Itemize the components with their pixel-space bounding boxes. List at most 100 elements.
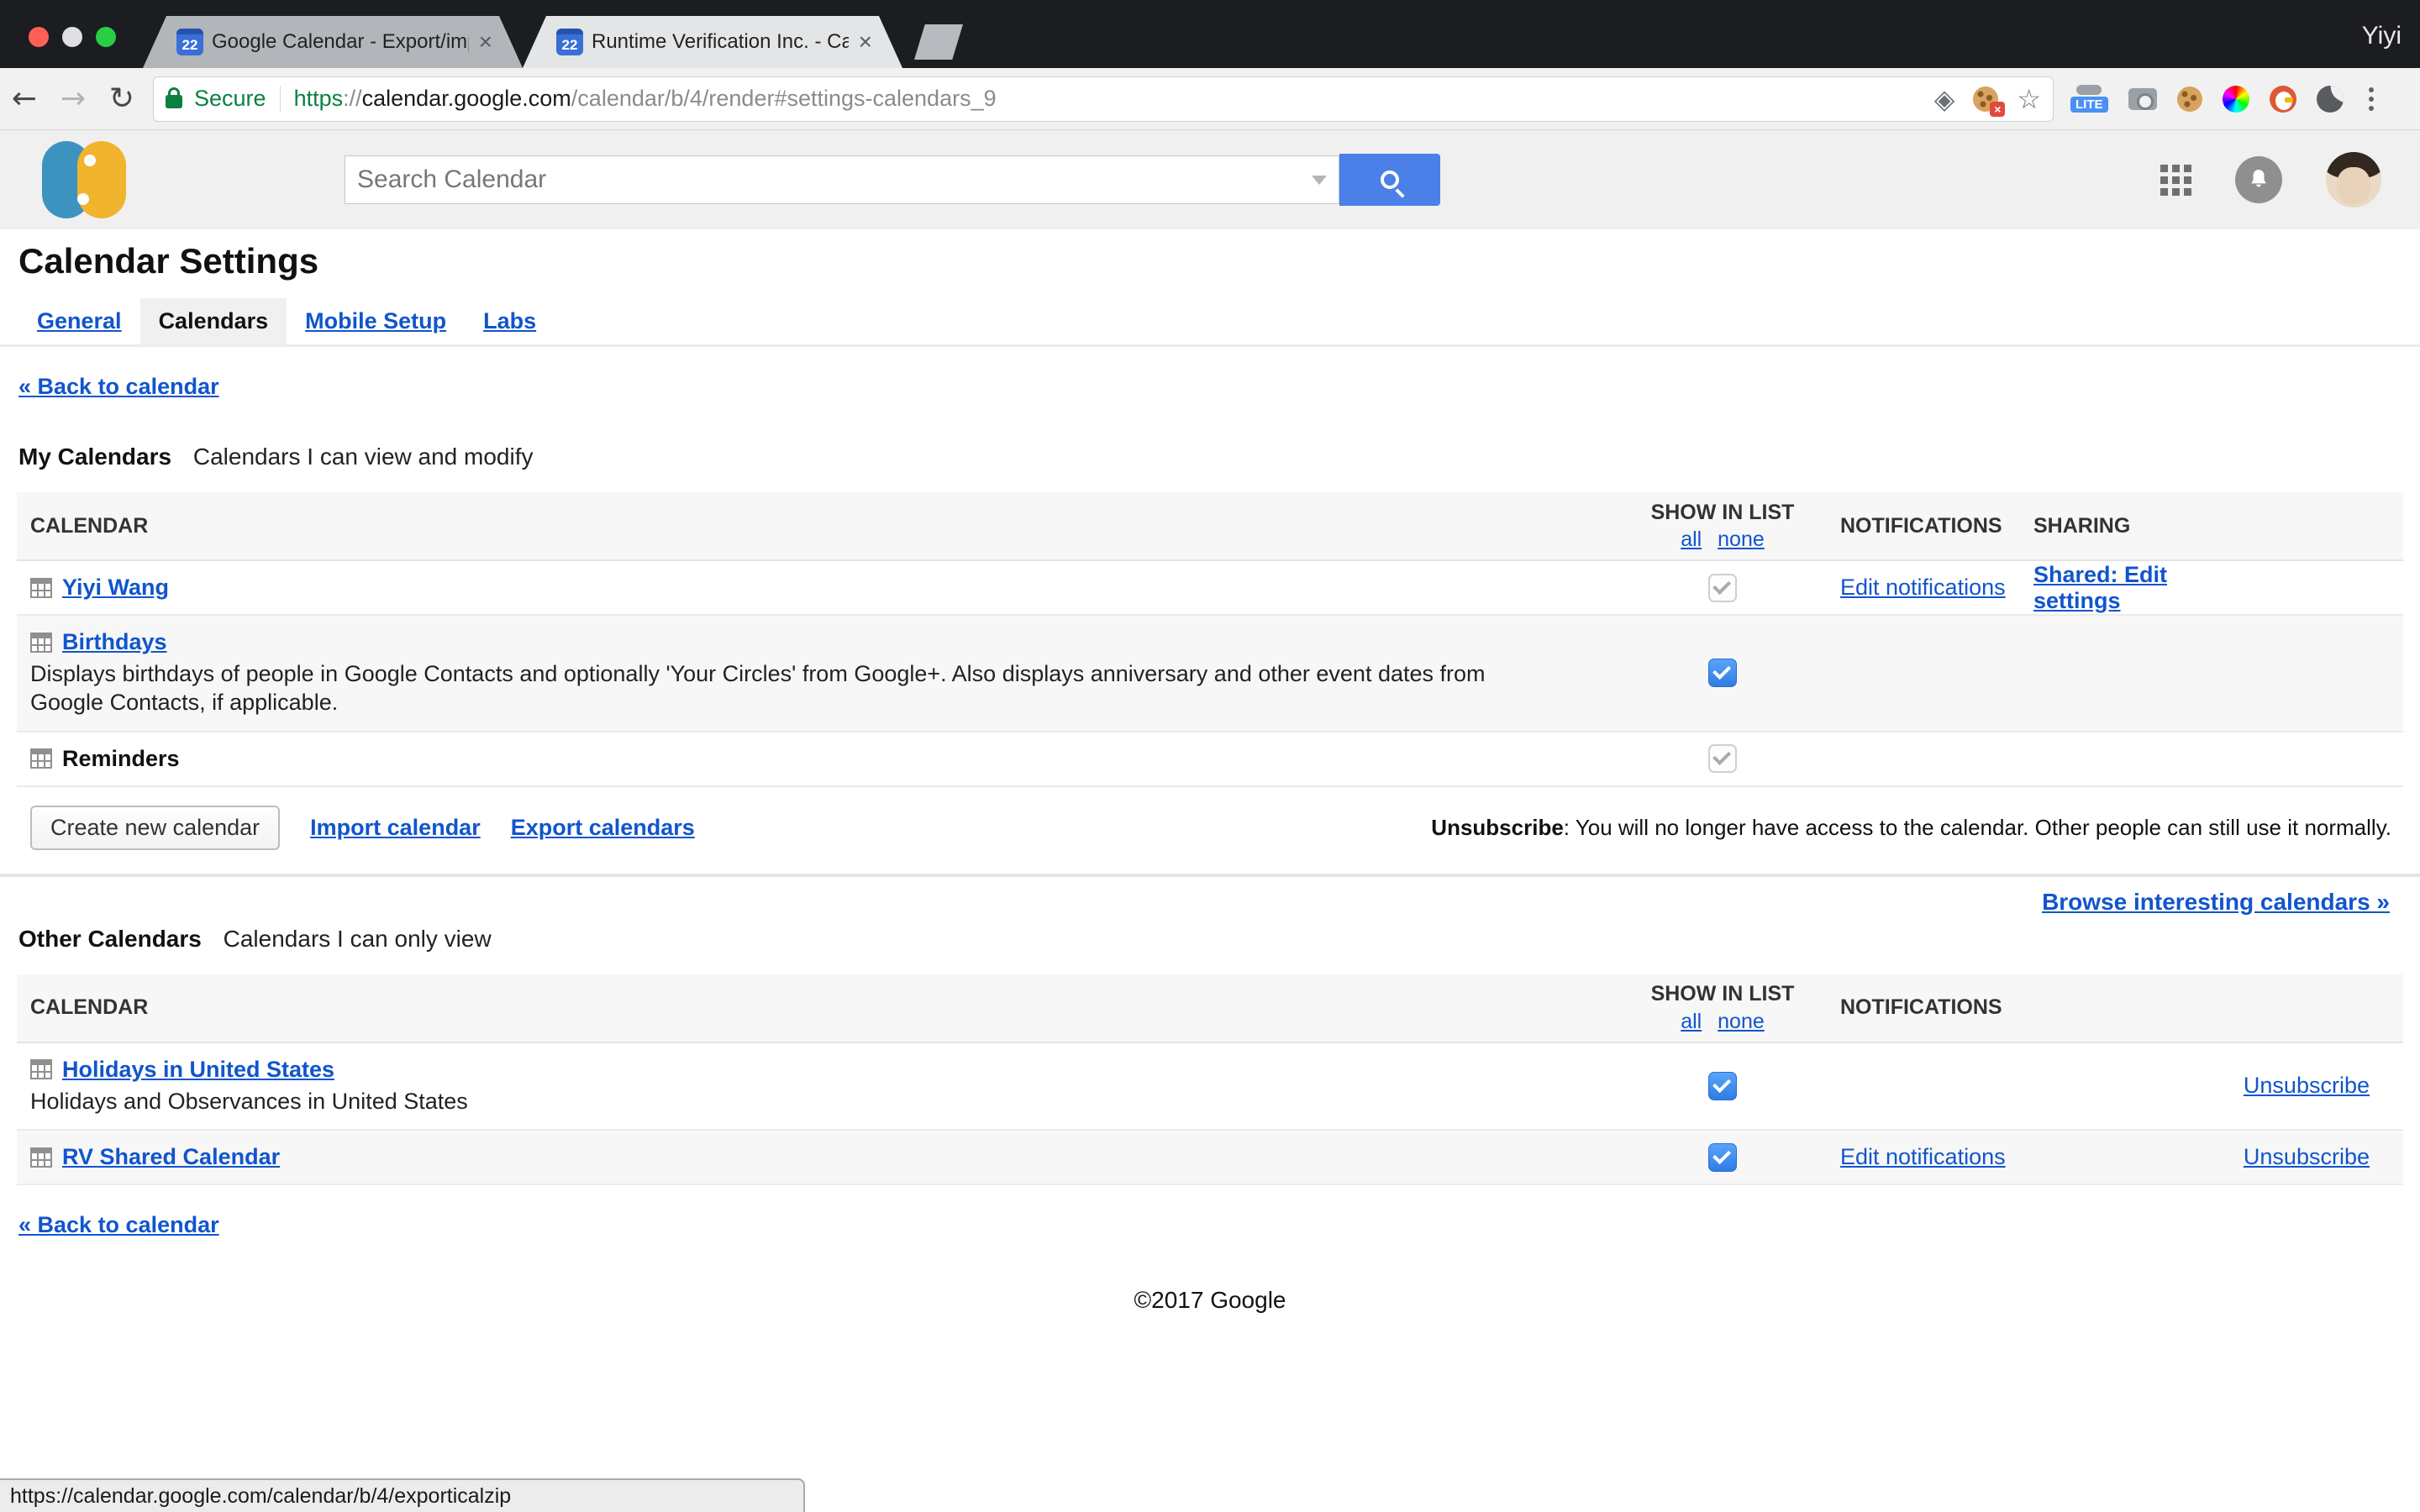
settings-page: Calendar Settings General Calendars Mobi… (0, 229, 2420, 1314)
tab-general[interactable]: General (18, 298, 140, 344)
section-divider (0, 874, 2420, 877)
export-calendars-link[interactable]: Export calendars (511, 815, 695, 841)
back-to-calendar-link[interactable]: « Back to calendar (18, 374, 2420, 400)
copyright-footer: ©2017 Google (0, 1287, 2420, 1314)
chrome-profile-name[interactable]: Yiyi (2362, 22, 2402, 50)
status-bar-url-preview: https://calendar.google.com/calendar/b/4… (0, 1478, 805, 1512)
mini-calendar-icon (30, 1059, 52, 1079)
back-icon[interactable]: ← (0, 81, 49, 116)
show-none-link[interactable]: none (1718, 528, 1765, 551)
url-scheme: https (294, 86, 344, 111)
page-title: Calendar Settings (0, 229, 2420, 281)
screenshot-extension-icon[interactable] (2128, 88, 2157, 110)
reload-icon[interactable]: ↻ (97, 81, 146, 116)
other-calendars-heading: Other Calendars Calendars I can only vie… (18, 926, 492, 953)
my-calendars-actions: Create new calendar Import calendar Expo… (30, 806, 2403, 850)
colorpicker-extension-icon[interactable] (2223, 86, 2249, 113)
browser-toolbar: ← → ↻ Secure https://calendar.google.com… (0, 68, 2420, 130)
show-in-list-checkbox[interactable] (1708, 1143, 1737, 1172)
my-calendars-heading: My Calendars Calendars I can view and mo… (18, 444, 2420, 470)
cookie-blocker-icon[interactable] (1973, 87, 1998, 112)
url-path: /calendar/b/4/render#settings-calendars_… (571, 86, 997, 111)
calendar-favicon: 22 (176, 29, 203, 55)
show-in-list-checkbox[interactable] (1708, 659, 1737, 687)
show-in-list-checkbox[interactable] (1708, 744, 1737, 773)
forward-icon[interactable]: → (49, 81, 97, 116)
calendar-link[interactable]: Birthdays (62, 629, 167, 655)
mini-calendar-icon (30, 633, 52, 653)
security-chip[interactable]: Secure (166, 86, 280, 112)
show-in-list-checkbox[interactable] (1708, 1072, 1737, 1100)
omnibox-divider (280, 86, 281, 113)
page-action-icon[interactable]: ◈ (1934, 86, 1955, 113)
col-show-in-list: SHOW IN LIST all none (1651, 499, 1795, 554)
minimize-window-button[interactable] (62, 27, 82, 47)
unsubscribe-link[interactable]: Unsubscribe (2244, 1073, 2370, 1098)
import-calendar-link[interactable]: Import calendar (310, 815, 481, 841)
calendar-link[interactable]: RV Shared Calendar (62, 1144, 280, 1170)
calendar-favicon: 22 (556, 29, 583, 55)
show-none-link[interactable]: none (1718, 1010, 1765, 1033)
show-all-link[interactable]: all (1681, 528, 1702, 551)
tab-title: Google Calendar - Export/impo (212, 30, 469, 54)
tab-labs[interactable]: Labs (465, 298, 555, 344)
other-calendars-table: CALENDAR SHOW IN LIST all none NOTIFICAT… (17, 974, 2403, 1186)
search-options-caret-icon[interactable] (1312, 176, 1327, 185)
chrome-menu-icon[interactable] (2369, 87, 2374, 111)
duckduckgo-extension-icon[interactable] (2270, 86, 2296, 113)
calendar-link[interactable]: Yiyi Wang (62, 575, 169, 601)
unsubscribe-link[interactable]: Unsubscribe (2244, 1144, 2370, 1169)
show-all-link[interactable]: all (1681, 1010, 1702, 1033)
close-tab-icon[interactable]: × (477, 30, 494, 54)
close-window-button[interactable] (29, 27, 49, 47)
col-notifications: NOTIFICATIONS (1832, 995, 2002, 1020)
google-apps-grid-icon[interactable] (2160, 165, 2191, 196)
search-box (345, 155, 1339, 204)
browser-tab-runtime-verification[interactable]: 22 Runtime Verification Inc. - Cale × (523, 16, 902, 68)
privacy-extension-icon[interactable] (2317, 86, 2344, 113)
secure-label: Secure (194, 86, 266, 112)
mini-calendar-icon (30, 1147, 52, 1168)
table-row-rv-shared: RV Shared Calendar Edit notifications Un… (17, 1131, 2403, 1185)
edit-notifications-link[interactable]: Edit notifications (1840, 1144, 2006, 1169)
cookie-extension-icon[interactable] (2177, 87, 2202, 112)
table-row-reminders: Reminders (17, 732, 2403, 787)
calendar-link[interactable]: Holidays in United States (62, 1057, 334, 1083)
calendar-app-header (0, 130, 2420, 229)
address-bar[interactable]: Secure https://calendar.google.com/calen… (153, 76, 2054, 122)
show-in-list-checkbox[interactable] (1708, 574, 1737, 602)
traffic-lights (29, 27, 116, 47)
col-sharing: SHARING (2033, 514, 2155, 538)
my-calendars-table: CALENDAR SHOW IN LIST all none NOTIFICAT… (17, 492, 2403, 787)
table-row-birthdays: Birthdays Displays birthdays of people i… (17, 616, 2403, 732)
tab-title: Runtime Verification Inc. - Cale (592, 30, 849, 54)
tab-calendars[interactable]: Calendars (140, 298, 287, 344)
back-to-calendar-link-bottom[interactable]: « Back to calendar (18, 1212, 2420, 1238)
create-new-calendar-button[interactable]: Create new calendar (30, 806, 280, 850)
col-calendar: CALENDAR (17, 982, 1613, 1033)
browse-interesting-calendars-link[interactable]: Browse interesting calendars » (2042, 889, 2390, 916)
new-tab-button[interactable] (914, 24, 963, 60)
edit-notifications-link[interactable]: Edit notifications (1840, 575, 2006, 600)
notifications-bell-icon[interactable] (2235, 156, 2282, 203)
browser-tab-google-calendar[interactable]: 22 Google Calendar - Export/impo × (143, 16, 523, 68)
search-icon (1381, 171, 1399, 189)
close-tab-icon[interactable]: × (857, 30, 874, 54)
sharing-settings-link[interactable]: Shared: Edit settings (2033, 562, 2244, 614)
mini-calendar-icon (30, 748, 52, 769)
table-header-row: CALENDAR SHOW IN LIST all none NOTIFICAT… (17, 492, 2403, 561)
table-header-row: CALENDAR SHOW IN LIST all none NOTIFICAT… (17, 974, 2403, 1043)
account-avatar[interactable] (2326, 152, 2381, 207)
calendar-name: Reminders (62, 746, 180, 772)
table-row-yiyi-wang: Yiyi Wang Edit notifications Shared: Edi… (17, 561, 2403, 616)
zoom-window-button[interactable] (96, 27, 116, 47)
search-input[interactable] (357, 165, 1303, 194)
col-calendar: CALENDAR (17, 501, 1613, 552)
url-separator: :// (343, 86, 362, 111)
search-button[interactable] (1339, 154, 1440, 206)
tab-mobile-setup[interactable]: Mobile Setup (287, 298, 465, 344)
url-host: calendar.google.com (362, 86, 571, 111)
lite-extension-icon[interactable]: LITE (2070, 85, 2108, 113)
bookmark-star-icon[interactable]: ☆ (2017, 86, 2041, 113)
settings-nav-tabs: General Calendars Mobile Setup Labs (0, 298, 2420, 347)
